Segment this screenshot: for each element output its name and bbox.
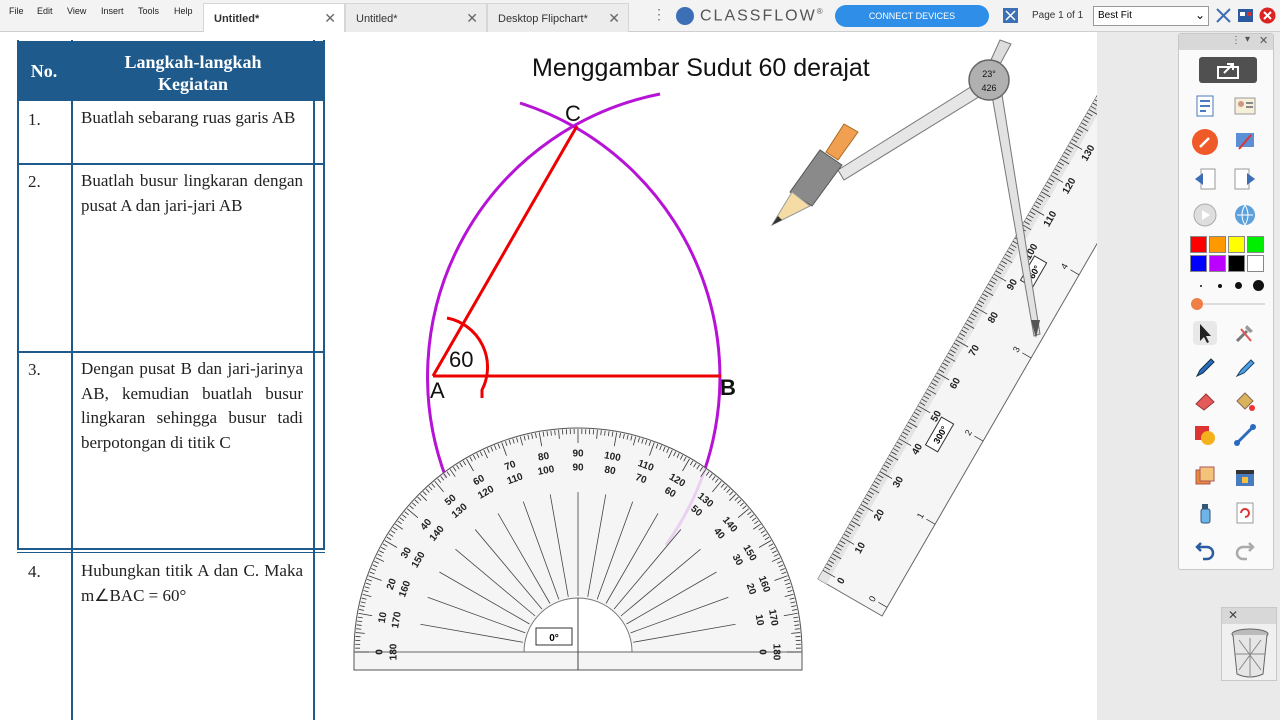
close-icon[interactable]: ✕	[1228, 608, 1238, 622]
compass-angle-readout: 23°	[982, 69, 996, 79]
next-page-icon[interactable]	[1233, 167, 1257, 191]
segment-ac[interactable]	[431, 125, 579, 377]
protractor-scale-label: 0	[375, 649, 386, 655]
protractor-tick	[356, 628, 362, 630]
color-swatch-red[interactable]	[1190, 236, 1207, 253]
undo-icon[interactable]	[1193, 537, 1217, 561]
close-icon[interactable]: ✕	[1259, 34, 1268, 47]
pen-size-xs[interactable]	[1200, 285, 1202, 287]
color-swatch-orange[interactable]	[1209, 236, 1226, 253]
protractor-scale-label: 90	[572, 463, 584, 474]
pen-size-slider-track[interactable]	[1193, 303, 1265, 305]
page-browser-icon[interactable]	[1193, 94, 1217, 118]
fill-bucket-icon[interactable]	[1233, 389, 1257, 413]
highlighter-icon[interactable]	[1233, 355, 1257, 379]
connector-icon[interactable]	[1233, 423, 1257, 447]
clear-spray-icon[interactable]	[1193, 501, 1217, 525]
compass-width-readout: 426	[981, 83, 996, 93]
trash-bin-icon[interactable]	[1227, 626, 1273, 680]
app-window: File Edit View Insert Tools Help Untitle…	[0, 0, 1280, 720]
pen-size-s[interactable]	[1218, 284, 1222, 288]
resources-icon[interactable]	[1193, 465, 1217, 489]
color-swatch-black[interactable]	[1228, 255, 1245, 272]
palette-header[interactable]: ⋮ ▾ ✕	[1179, 34, 1273, 50]
more-vertical-icon[interactable]: ⋮	[1231, 35, 1241, 46]
label-point-b[interactable]: B	[720, 375, 736, 400]
play-icon[interactable]	[1193, 203, 1217, 227]
pen-tool-active-icon[interactable]	[1191, 128, 1219, 156]
media-clapper-icon[interactable]	[1233, 465, 1257, 489]
globe-search-icon[interactable]	[1233, 203, 1257, 227]
pen-size-l[interactable]	[1253, 280, 1264, 291]
user-profile-icon[interactable]	[1233, 94, 1257, 118]
eraser-icon[interactable]	[1193, 389, 1217, 413]
tools-icon[interactable]	[1233, 321, 1257, 345]
chevron-down-icon[interactable]: ▾	[1245, 34, 1250, 45]
color-swatch-yellow[interactable]	[1228, 236, 1245, 253]
protractor-tick	[600, 430, 602, 436]
construction-canvas: A B C 60 1800170101602015030140401305012…	[353, 39, 1178, 671]
select-pointer-icon[interactable]	[1193, 321, 1217, 345]
label-angle-60[interactable]: 60	[449, 347, 473, 372]
protractor-scale-label: 90	[572, 449, 584, 460]
protractor-readout: 0°	[549, 633, 559, 644]
color-swatch-purple[interactable]	[1209, 255, 1226, 272]
magic-ink-icon[interactable]	[1233, 129, 1257, 153]
pen-icon[interactable]	[1193, 355, 1217, 379]
trash-panel[interactable]: ✕	[1221, 607, 1277, 681]
color-swatch-white[interactable]	[1247, 255, 1264, 272]
protractor[interactable]: 1800170101602015030140401305012060110701…	[353, 427, 803, 671]
shapes-icon[interactable]	[1193, 423, 1217, 447]
previous-page-icon[interactable]	[1193, 167, 1217, 191]
reset-page-icon[interactable]	[1233, 501, 1257, 525]
protractor-scale-label: 0	[756, 649, 767, 655]
protractor-scale-label: 180	[389, 643, 400, 660]
share-button[interactable]	[1199, 57, 1257, 83]
share-icon	[1217, 63, 1239, 79]
protractor-scale-label: 180	[770, 644, 781, 661]
tools-palette: ⋮ ▾ ✕	[1178, 33, 1274, 570]
pen-size-m[interactable]	[1235, 282, 1242, 289]
trash-header: ✕	[1222, 608, 1276, 624]
arc-center-a[interactable]	[426, 92, 661, 479]
protractor-tick	[554, 430, 556, 436]
pen-size-slider-thumb[interactable]	[1190, 298, 1203, 310]
label-point-c[interactable]: C	[565, 101, 581, 126]
protractor-tick	[794, 628, 800, 630]
label-point-a[interactable]: A	[430, 378, 445, 403]
color-swatch-green[interactable]	[1247, 236, 1264, 253]
redo-icon[interactable]	[1233, 537, 1257, 561]
color-swatch-blue[interactable]	[1190, 255, 1207, 272]
